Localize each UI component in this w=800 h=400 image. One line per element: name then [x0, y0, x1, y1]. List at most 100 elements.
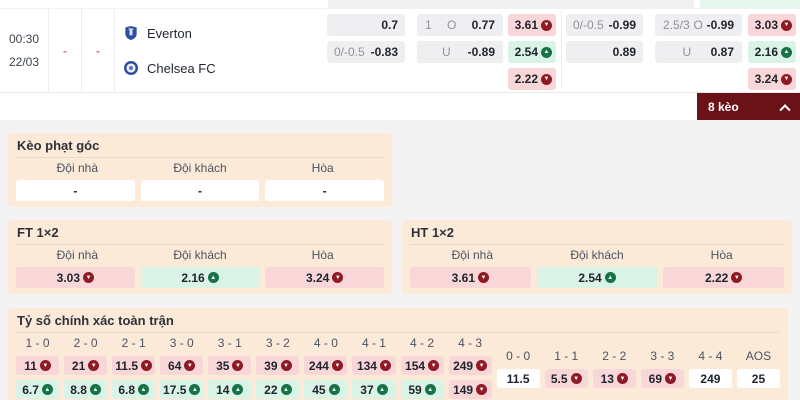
odds-value: 0.77 [471, 18, 495, 32]
score-label: 4 - 0 [313, 336, 338, 350]
over-under-odds-box[interactable]: U -0.89 [417, 41, 503, 63]
draw-score-odds[interactable]: 69 [640, 369, 684, 388]
home-team-link[interactable]: Everton [123, 25, 192, 41]
odds-value: 2.54 [578, 270, 602, 285]
trend-down-icon [88, 360, 100, 371]
draw-score-column: 3 - 3 69 [640, 336, 684, 399]
away-team-link[interactable]: Chelsea FC [123, 60, 216, 76]
score-column: 3 - 1 35 14 [208, 336, 252, 399]
draw-score-column: 4 - 4 249 [688, 336, 732, 399]
score-odds-bottom[interactable]: 6.8 [112, 380, 156, 399]
odds-value: 13 [600, 371, 614, 386]
score-odds-top[interactable]: 11.5 [112, 356, 156, 375]
x12-odds-box[interactable]: 2.16 [748, 41, 796, 63]
ft-away-odds[interactable]: 2.16 [140, 267, 260, 288]
ht-away-odds[interactable]: 2.54 [536, 267, 658, 288]
header-away: Đội khách [570, 248, 624, 262]
header-draw: Hòa [311, 161, 334, 175]
x12-odds-box[interactable]: 3.61 [508, 14, 556, 36]
score-odds-bottom[interactable]: 37 [352, 380, 396, 399]
keo-count-toggle[interactable]: 8 kèo [697, 93, 800, 120]
score-odds-top[interactable]: 134 [352, 356, 396, 375]
score-label: 4 - 4 [698, 349, 723, 363]
trend-up-icon [376, 384, 388, 395]
score-odds-bottom[interactable]: 45 [304, 380, 348, 399]
score-odds-bottom[interactable]: 22 [256, 380, 300, 399]
ft-home-odds[interactable]: 3.03 [16, 267, 135, 288]
score-odds-top[interactable]: 244 [304, 356, 348, 375]
odds-value: 11 [24, 358, 37, 373]
ou-side: U [441, 45, 451, 59]
score-odds-top[interactable]: 154 [400, 356, 444, 375]
score-odds-top[interactable]: 21 [64, 356, 108, 375]
hdp-odds-box[interactable]: 0/-0.5 -0.83 [327, 41, 405, 63]
ht-1x2-section: HT 1×2 Đội nhà Đội khách Hòa 3.61 2.54 2… [402, 220, 792, 294]
x12-odds-box[interactable]: 2.54 [508, 41, 556, 63]
chelsea-logo-icon [123, 60, 139, 76]
odds-value: 149 [453, 382, 474, 397]
dash-value: - [63, 43, 67, 58]
betting-odds-screen: 00:30 22/03 - - Everton Chelsea FC 0.7 0… [0, 0, 800, 400]
score-odds-bottom[interactable]: 6.7 [16, 380, 60, 399]
ou-side: O [446, 18, 457, 32]
odds-value: 14 [216, 382, 230, 397]
hdp-odds-box[interactable]: 0/-0.5 -0.99 [566, 14, 643, 36]
trend-up-icon [541, 46, 552, 58]
score-odds-bottom[interactable]: 17.5 [160, 380, 204, 399]
odds-value: 6.8 [118, 382, 135, 397]
trend-down-icon [379, 360, 391, 371]
ft-draw-odds[interactable]: 3.24 [265, 267, 385, 288]
ht-home-odds[interactable]: 3.61 [410, 267, 531, 288]
x12-odds-box[interactable]: 2.22 [508, 68, 556, 90]
x12-odds-box[interactable]: 3.24 [748, 68, 796, 90]
over-under-odds-box[interactable]: 1 O 0.77 [417, 14, 503, 36]
draw-score-odds[interactable]: 249 [688, 369, 732, 388]
ft-title: FT 1×2 [16, 225, 384, 245]
x12-odds-box[interactable]: 3.03 [748, 14, 796, 36]
odds-value: 154 [405, 358, 426, 373]
odds-value: 5.5 [550, 371, 568, 386]
score-odds-top[interactable]: 39 [256, 356, 300, 375]
score-odds-bottom[interactable]: 14 [208, 380, 252, 399]
score-odds-bottom[interactable]: 8.8 [64, 380, 108, 399]
corners-home-odds[interactable]: - [16, 180, 135, 201]
odds-value: -0.83 [370, 45, 398, 59]
over-under-odds-box[interactable]: 2.5/3 O -0.99 [655, 14, 742, 36]
odds-value: -0.99 [706, 18, 734, 32]
trend-down-icon [570, 373, 582, 384]
score-odds-top[interactable]: 64 [160, 356, 204, 375]
score-label: 2 - 0 [73, 336, 98, 350]
ht-draw-odds[interactable]: 2.22 [663, 267, 785, 288]
draw-score-odds[interactable]: 13 [592, 369, 636, 388]
draw-score-odds[interactable]: 11.5 [496, 369, 540, 388]
odds-value: 17.5 [163, 382, 187, 397]
score-column: 2 - 1 11.5 6.8 [112, 336, 156, 399]
score-odds-top[interactable]: 11 [16, 356, 60, 375]
score-odds-top[interactable]: 35 [208, 356, 252, 375]
draw-score-odds[interactable]: 5.5 [544, 369, 588, 388]
odds-value: 3.03 [56, 270, 81, 285]
ft-ht-row: FT 1×2 Đội nhà Đội khách Hòa 3.03 2.16 3… [8, 220, 792, 294]
score-label: 1 - 0 [25, 336, 50, 350]
hdp-odds-box[interactable]: 0.89 [566, 41, 643, 63]
draw-score-column: 1 - 1 5.5 [544, 336, 588, 399]
hdp-odds-box[interactable]: 0.7 [327, 14, 405, 36]
corners-away-odds[interactable]: - [140, 180, 260, 201]
strip-green [700, 0, 800, 8]
corners-draw-odds[interactable]: - [265, 180, 385, 201]
draw-score-odds[interactable]: 25 [736, 369, 780, 388]
trend-up-icon [41, 384, 53, 395]
chevron-up-icon [779, 103, 791, 115]
trend-up-icon [328, 384, 340, 395]
score-label: 1 - 1 [554, 349, 579, 363]
over-under-odds-box[interactable]: U 0.87 [655, 41, 742, 63]
score-odds-bottom[interactable]: 149 [448, 380, 492, 399]
trend-down-icon [781, 73, 792, 85]
odds-value: 244 [308, 358, 329, 373]
score-label: 0 - 0 [506, 349, 531, 363]
score-odds-top[interactable]: 249 [448, 356, 492, 375]
odds-value: -0.99 [608, 18, 636, 32]
score-odds-bottom[interactable]: 59 [400, 380, 444, 399]
corners-title: Kèo phạt góc [16, 138, 384, 158]
trend-down-icon [232, 360, 244, 371]
